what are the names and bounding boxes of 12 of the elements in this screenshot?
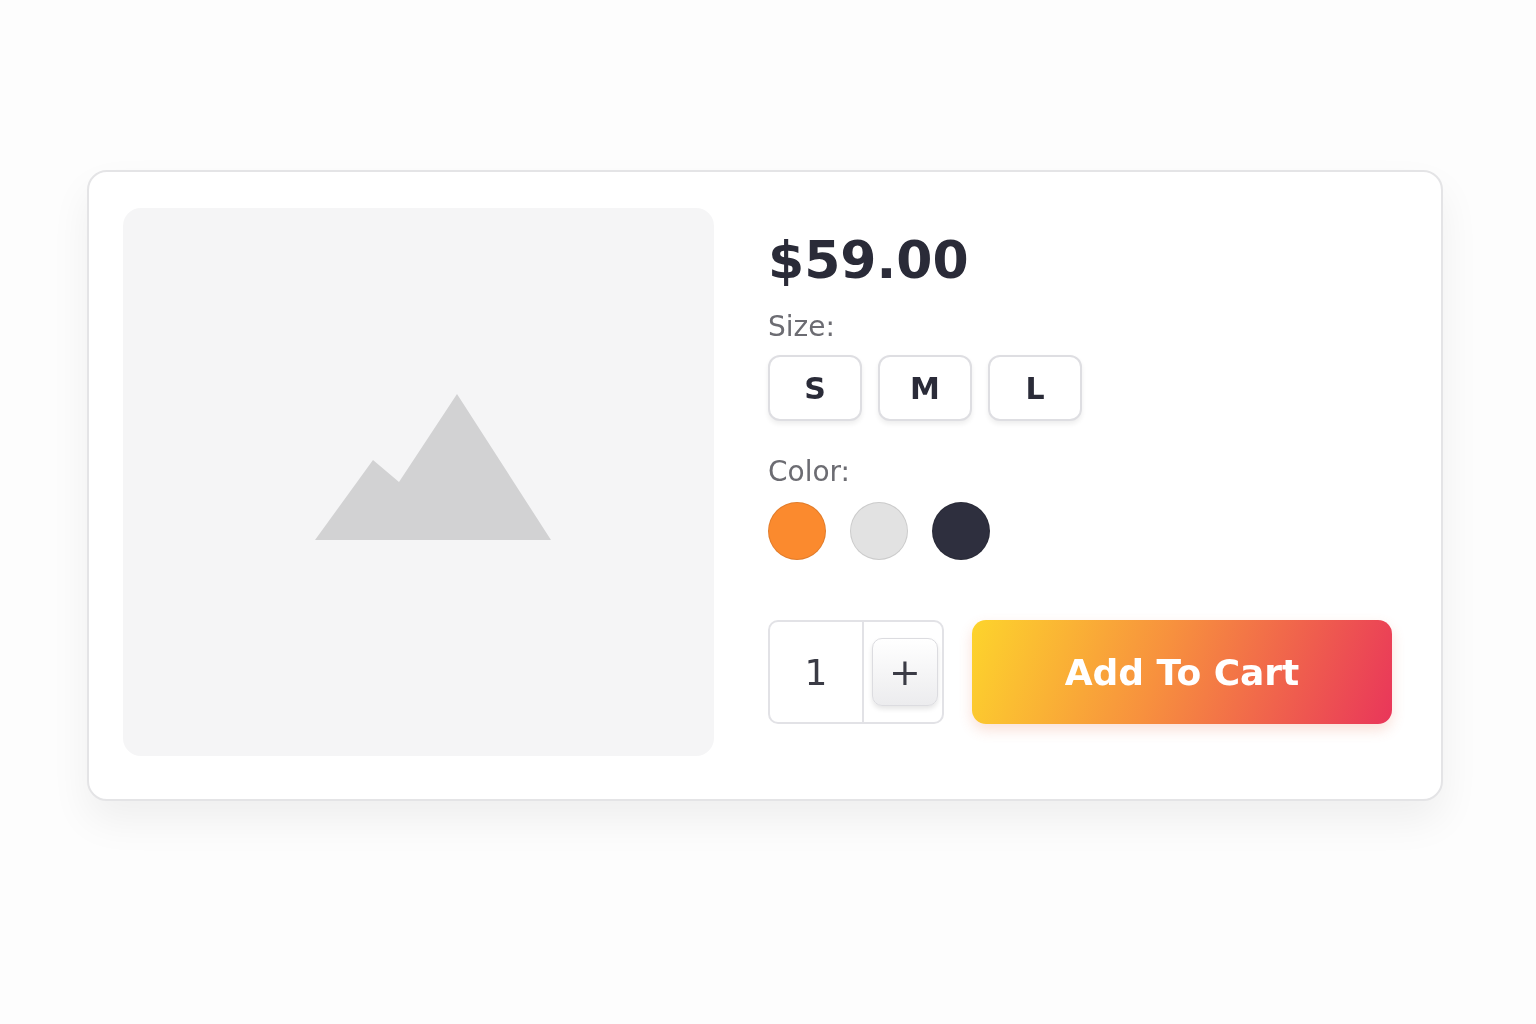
quantity-stepper[interactable]: 1 +	[768, 620, 944, 724]
size-label: Size:	[768, 310, 836, 343]
mountain-icon	[314, 394, 553, 542]
price: $59.00	[768, 229, 970, 292]
increment-button[interactable]: +	[872, 638, 938, 706]
color-label: Color:	[768, 455, 852, 488]
color-swatch[interactable]	[932, 502, 990, 560]
size-option[interactable]: M	[878, 355, 972, 421]
size-option[interactable]: L	[988, 355, 1082, 421]
size-option[interactable]: S	[768, 355, 862, 421]
quantity-value: 1	[770, 622, 864, 722]
color-swatch[interactable]	[768, 502, 826, 560]
